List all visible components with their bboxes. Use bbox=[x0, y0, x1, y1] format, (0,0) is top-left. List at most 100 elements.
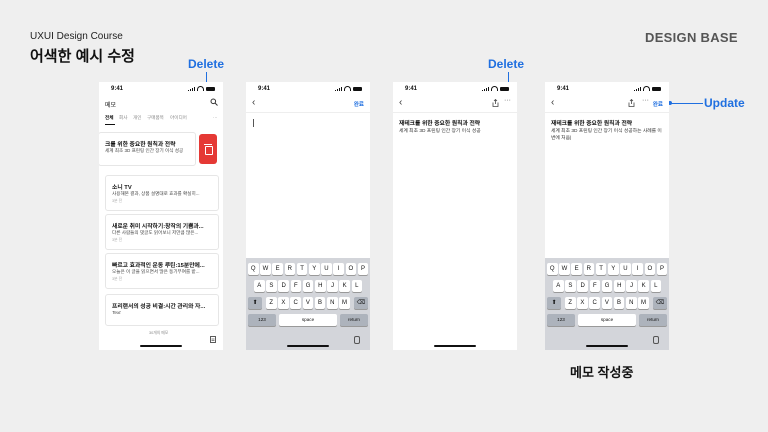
list-item[interactable]: 소니 TV 사용해본 결과, 상품 설명대로 효과를 확실히... 3분 전 bbox=[105, 175, 219, 211]
key-o[interactable]: O bbox=[345, 263, 357, 275]
key-q[interactable]: Q bbox=[248, 263, 259, 275]
key-y[interactable]: Y bbox=[309, 263, 320, 275]
key-w[interactable]: W bbox=[260, 263, 271, 275]
key-z[interactable]: Z bbox=[266, 297, 277, 309]
key-b[interactable]: B bbox=[314, 297, 326, 309]
key-w[interactable]: W bbox=[559, 263, 570, 275]
memo-body-editing[interactable]: 세계 최초 3D 프린팅 인간 장기 이식 성공하는 사례를 이번에 처음| bbox=[551, 128, 663, 142]
key-a[interactable]: A bbox=[553, 280, 564, 292]
key-o[interactable]: O bbox=[644, 263, 656, 275]
key-j[interactable]: J bbox=[626, 280, 637, 292]
key-j[interactable]: J bbox=[327, 280, 338, 292]
return-key[interactable]: return bbox=[639, 314, 667, 326]
shift-key[interactable]: ⬆ bbox=[248, 297, 262, 309]
key-r[interactable]: R bbox=[284, 263, 296, 275]
key-f[interactable]: F bbox=[589, 280, 601, 292]
key-s[interactable]: S bbox=[266, 280, 277, 292]
key-n[interactable]: N bbox=[626, 297, 637, 309]
shift-key[interactable]: ⬆ bbox=[547, 297, 561, 309]
done-button[interactable]: 완료 bbox=[354, 100, 364, 108]
keyboard: QWERTYUIOP ASDFGHJKL ⬆ Z X C V B N M ⌫ 123 space r… bbox=[246, 258, 370, 350]
key-v[interactable]: V bbox=[302, 297, 314, 309]
key-i[interactable]: I bbox=[632, 263, 643, 275]
signal-icon bbox=[188, 86, 195, 91]
tabs-more-icon[interactable]: ··· bbox=[213, 115, 218, 120]
key-d[interactable]: D bbox=[278, 280, 289, 292]
key-v[interactable]: V bbox=[601, 297, 613, 309]
key-m[interactable]: M bbox=[339, 297, 350, 309]
key-y[interactable]: Y bbox=[608, 263, 619, 275]
memo-title[interactable]: 재테크를 위한 중요한 원칙과 전략 bbox=[551, 118, 632, 127]
key-u[interactable]: U bbox=[620, 263, 631, 275]
key-t[interactable]: T bbox=[595, 263, 607, 275]
key-p[interactable]: P bbox=[656, 263, 668, 275]
back-icon[interactable]: ‹ bbox=[399, 98, 402, 108]
numbers-key[interactable]: 123 bbox=[248, 314, 276, 326]
swipe-delete-button[interactable] bbox=[199, 134, 217, 164]
more-icon[interactable]: ··· bbox=[642, 97, 649, 104]
key-d[interactable]: D bbox=[577, 280, 588, 292]
key-a[interactable]: A bbox=[254, 280, 265, 292]
key-c[interactable]: C bbox=[290, 297, 301, 309]
done-button[interactable]: 완료 bbox=[653, 100, 663, 108]
key-l[interactable]: L bbox=[650, 280, 662, 292]
delete-callout-1: Delete bbox=[188, 57, 225, 71]
key-s[interactable]: S bbox=[565, 280, 576, 292]
key-x[interactable]: X bbox=[577, 297, 588, 309]
tab-company[interactable]: 회사 bbox=[119, 115, 127, 121]
key-k[interactable]: K bbox=[638, 280, 649, 292]
backspace-key[interactable]: ⌫ bbox=[354, 297, 368, 309]
key-h[interactable]: H bbox=[614, 280, 625, 292]
tab-personal[interactable]: 개인 bbox=[133, 115, 141, 121]
list-item[interactable]: 새로운 취미 시작하기:창작의 기쁨과... 다른 사람들의 댓글도 읽어보니 … bbox=[105, 214, 219, 250]
keyboard-row-2: ASDFGHJKL bbox=[545, 280, 669, 292]
numbers-key[interactable]: 123 bbox=[547, 314, 575, 326]
key-e[interactable]: E bbox=[571, 263, 582, 275]
return-key[interactable]: return bbox=[340, 314, 368, 326]
key-u[interactable]: U bbox=[321, 263, 332, 275]
status-icons bbox=[188, 86, 215, 91]
search-icon[interactable] bbox=[210, 98, 218, 108]
memo-nav-title: 메모 bbox=[105, 103, 117, 109]
home-indicator bbox=[586, 345, 628, 347]
compose-icon[interactable] bbox=[210, 330, 216, 348]
back-icon[interactable]: ‹ bbox=[551, 98, 554, 108]
screen-memo-editing: 9:41 ‹ ··· 완료 재테크를 위한 중요한 원칙과 전략 세계 최초 3… bbox=[545, 82, 669, 350]
more-icon[interactable]: ··· bbox=[504, 97, 511, 104]
space-key[interactable]: space bbox=[578, 314, 636, 326]
key-e[interactable]: E bbox=[272, 263, 283, 275]
key-h[interactable]: H bbox=[315, 280, 326, 292]
tab-shopping[interactable]: 구매품목 bbox=[147, 115, 164, 121]
tab-all[interactable]: 전체 bbox=[105, 115, 113, 121]
key-t[interactable]: T bbox=[296, 263, 308, 275]
key-f[interactable]: F bbox=[290, 280, 302, 292]
key-c[interactable]: C bbox=[589, 297, 600, 309]
backspace-key[interactable]: ⌫ bbox=[653, 297, 667, 309]
share-icon[interactable] bbox=[492, 98, 499, 109]
key-b[interactable]: B bbox=[613, 297, 625, 309]
key-x[interactable]: X bbox=[278, 297, 289, 309]
key-r[interactable]: R bbox=[583, 263, 595, 275]
space-key[interactable]: space bbox=[279, 314, 337, 326]
key-p[interactable]: P bbox=[357, 263, 369, 275]
key-z[interactable]: Z bbox=[565, 297, 576, 309]
mic-icon[interactable] bbox=[653, 336, 659, 344]
key-i[interactable]: I bbox=[333, 263, 344, 275]
key-l[interactable]: L bbox=[351, 280, 363, 292]
list-item[interactable]: 빠르고 효과적인 운동 루틴:15분만에... 오늘은 이 글을 읽으면서 많은… bbox=[105, 253, 219, 289]
signal-icon bbox=[482, 86, 489, 91]
home-indicator bbox=[287, 345, 329, 347]
key-g[interactable]: G bbox=[601, 280, 613, 292]
list-item[interactable]: 크롤 위한 중요한 원칙과 전략 세계 최초 3D 프린팅 인간 장기 이식 성… bbox=[99, 132, 196, 166]
list-item[interactable]: 프리랜서의 성공 비결:시간 관리와 자... Text bbox=[105, 294, 219, 326]
key-n[interactable]: N bbox=[327, 297, 338, 309]
tab-ideas[interactable]: 아이디어 bbox=[170, 115, 187, 121]
memo-title: 크롤 위한 중요한 원칙과 전략 bbox=[105, 142, 176, 148]
key-k[interactable]: K bbox=[339, 280, 350, 292]
mic-icon[interactable] bbox=[354, 336, 360, 344]
key-g[interactable]: G bbox=[302, 280, 314, 292]
key-q[interactable]: Q bbox=[547, 263, 558, 275]
back-icon[interactable]: ‹ bbox=[252, 98, 255, 108]
key-m[interactable]: M bbox=[638, 297, 649, 309]
share-icon[interactable] bbox=[628, 98, 635, 109]
